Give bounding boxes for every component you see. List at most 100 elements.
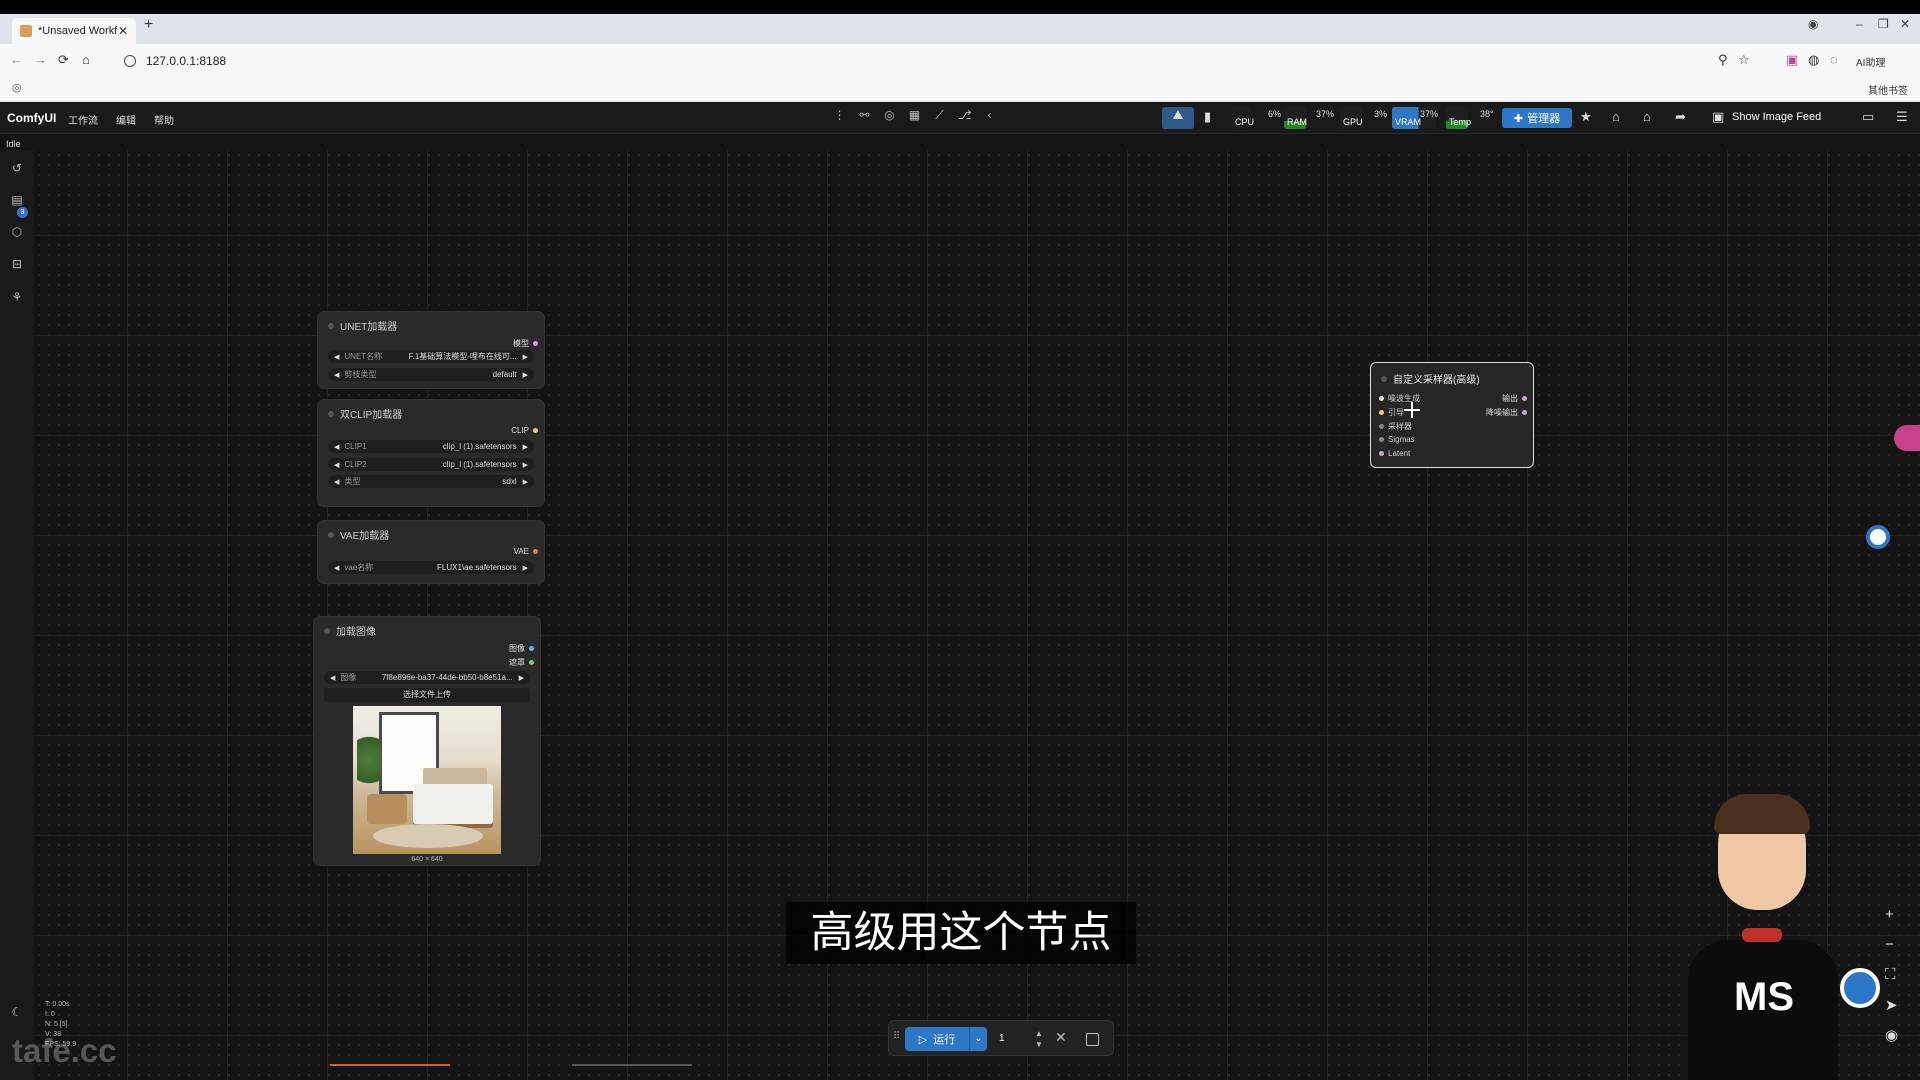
menu-help[interactable]: 帮助	[154, 112, 174, 127]
model-library-icon[interactable]: ⬡	[10, 225, 24, 239]
pointer-icon[interactable]: ➤	[1885, 996, 1898, 1014]
output-port-icon[interactable]	[533, 341, 538, 346]
node-title[interactable]: 双CLIP加载器	[328, 406, 402, 421]
maximize-icon[interactable]: ❐	[1878, 17, 1889, 31]
collapse-dot-icon[interactable]	[324, 627, 330, 634]
batch-count-input[interactable]: 1	[993, 1027, 1033, 1051]
arrow-right-icon[interactable]: ▶	[523, 478, 528, 486]
site-info-icon[interactable]	[124, 55, 136, 67]
dark-mode-icon[interactable]: ☾	[10, 1005, 24, 1019]
check-icon[interactable]: ◎	[882, 108, 897, 123]
collapse-icon[interactable]: ‹	[982, 108, 997, 123]
branch-icon[interactable]: ⎇	[957, 108, 972, 123]
new-tab-icon[interactable]: +	[144, 16, 153, 34]
bookmark-folder-icon[interactable]: ◎	[12, 81, 22, 94]
back-icon[interactable]: ←	[10, 52, 23, 67]
weight-dtype-widget[interactable]: ◀ 剪枝类型 default ▶	[328, 368, 534, 381]
visibility-icon[interactable]: ◉	[1885, 1026, 1898, 1044]
unet-loader-node[interactable]: UNET加载器 模型 ◀ UNET名称 F.1基础算法模型-哩布在线可... ▶ ◀ 剪…	[318, 312, 544, 388]
manager-button[interactable]: ✚ 管理器	[1502, 108, 1572, 128]
arrow-left-icon[interactable]: ◀	[334, 353, 339, 361]
type-widget[interactable]: ◀ 类型 sdxl ▶	[328, 475, 534, 488]
share-icon[interactable]: ➦	[1675, 109, 1686, 125]
node-library-icon[interactable]: ⊟	[10, 257, 24, 271]
clip1-widget[interactable]: ◀ CLIP1 clip_l (1).safetensors ▶	[328, 440, 534, 453]
wifi-icon[interactable]: ⌂	[1612, 109, 1620, 124]
arrow-left-icon[interactable]: ◀	[334, 478, 339, 486]
vae-loader-node[interactable]: VAE加载器 VAE ◀ vae名称 FLUX1\ae.safetensors ▶	[318, 521, 544, 583]
input-port-icon[interactable]	[1379, 396, 1384, 401]
dual-clip-loader-node[interactable]: 双CLIP加载器 CLIP ◀ CLIP1 clip_l (1).safetenso…	[318, 400, 544, 506]
stop-icon[interactable]	[1086, 1033, 1099, 1046]
panel-toggle-icon[interactable]: ▭	[1862, 109, 1874, 125]
more-icon[interactable]: ⋮	[832, 108, 847, 123]
extension-icon[interactable]: ◍	[1808, 52, 1819, 68]
node-title[interactable]: VAE加载器	[328, 527, 389, 542]
history-icon[interactable]: ↺	[10, 161, 24, 175]
custom-sampler-advanced-node[interactable]: 自定义采样器(高级) 噪波生成 引导 采样器 Sigmas Latent 输出 …	[1370, 362, 1534, 468]
arrow-left-icon[interactable]: ◀	[334, 443, 339, 451]
arrow-right-icon[interactable]: ▶	[523, 371, 528, 379]
arrow-right-icon[interactable]: ▶	[519, 674, 524, 682]
input-latent[interactable]: Latent	[1379, 449, 1410, 458]
zoom-icon[interactable]: ⚲	[1718, 52, 1728, 68]
input-guider[interactable]: 引导	[1379, 407, 1404, 418]
input-sigmas[interactable]: Sigmas	[1379, 435, 1415, 444]
menu-edit[interactable]: 编辑	[116, 112, 136, 127]
unet-name-widget[interactable]: ◀ UNET名称 F.1基础算法模型-哩布在线可... ▶	[328, 350, 534, 363]
collapse-dot-icon[interactable]	[328, 531, 334, 538]
collapse-dot-icon[interactable]	[328, 410, 334, 417]
load-image-node[interactable]: 加载图像 图像 遮罩 ◀ 图像 7f8e896e-ba37-44de-bb50-b8…	[314, 617, 540, 865]
input-port-icon[interactable]	[1379, 437, 1384, 442]
close-window-icon[interactable]: ✕	[1900, 17, 1910, 31]
input-port-icon[interactable]	[1379, 424, 1384, 429]
rss-icon[interactable]: ⌂	[1643, 109, 1651, 124]
output-clip[interactable]: CLIP	[511, 426, 538, 435]
zoom-in-icon[interactable]: +	[1885, 906, 1894, 923]
arrow-left-icon[interactable]: ◀	[334, 371, 339, 379]
node-title[interactable]: 加载图像	[324, 623, 376, 638]
input-port-icon[interactable]	[1379, 410, 1384, 415]
clip2-widget[interactable]: ◀ CLIP2 clip_l (1).safetensors ▶	[328, 458, 534, 471]
reload-icon[interactable]: ⟳	[58, 52, 69, 68]
cancel-icon[interactable]: ✕	[1055, 1029, 1067, 1046]
layout-icon[interactable]: ▦	[907, 108, 922, 123]
vae-name-widget[interactable]: ◀ vae名称 FLUX1\ae.safetensors ▶	[328, 561, 534, 574]
queue-icon[interactable]: ▤	[10, 193, 24, 207]
output-mask[interactable]: 遮罩	[509, 657, 534, 668]
bookmark-star-icon[interactable]: ☆	[1738, 52, 1750, 68]
menu-workflow[interactable]: 工作流	[68, 112, 98, 127]
arrow-left-icon[interactable]: ◀	[334, 461, 339, 469]
output-model[interactable]: 模型	[513, 338, 538, 349]
other-bookmarks[interactable]: 其他书签	[1868, 82, 1908, 97]
arrow-right-icon[interactable]: ▶	[523, 353, 528, 361]
output-port-icon[interactable]	[1522, 396, 1527, 401]
output-port-icon[interactable]	[529, 646, 534, 651]
output-output[interactable]: 输出	[1502, 393, 1527, 404]
workflow-tree-icon[interactable]: ⚘	[10, 290, 24, 304]
hamburger-menu-icon[interactable]: ☰	[1896, 109, 1908, 125]
output-port-icon[interactable]	[1522, 410, 1527, 415]
ai-assistant-label[interactable]: AI助理	[1856, 54, 1885, 69]
output-port-icon[interactable]	[533, 549, 538, 554]
output-vae[interactable]: VAE	[514, 547, 538, 556]
close-tab-icon[interactable]: ✕	[118, 24, 128, 38]
browser-tab[interactable]: *Unsaved Workf ✕	[12, 18, 136, 44]
bookmark-icon[interactable]: ▮	[1204, 109, 1211, 125]
output-denoised[interactable]: 降噪输出	[1486, 407, 1527, 418]
arrow-left-icon[interactable]: ◀	[330, 674, 335, 682]
star-icon[interactable]: ★	[1580, 109, 1592, 125]
input-sampler[interactable]: 采样器	[1379, 421, 1412, 432]
drag-handle-icon[interactable]: ⠿	[893, 1031, 900, 1042]
collapse-dot-icon[interactable]	[1381, 375, 1387, 382]
chart-icon[interactable]: ⟋	[932, 108, 947, 123]
crystools-icon[interactable]: ⛰	[1162, 107, 1194, 129]
zoom-out-icon[interactable]: −	[1885, 936, 1894, 953]
arrow-left-icon[interactable]: ◀	[334, 564, 339, 572]
input-port-icon[interactable]	[1379, 451, 1384, 456]
arrow-right-icon[interactable]: ▶	[523, 461, 528, 469]
chat-icon[interactable]: ◌	[1830, 52, 1838, 67]
home-icon[interactable]: ⌂	[82, 52, 90, 67]
forward-icon[interactable]: →	[34, 52, 47, 67]
stepper-icon[interactable]: ▲ ▼	[1035, 1028, 1043, 1050]
